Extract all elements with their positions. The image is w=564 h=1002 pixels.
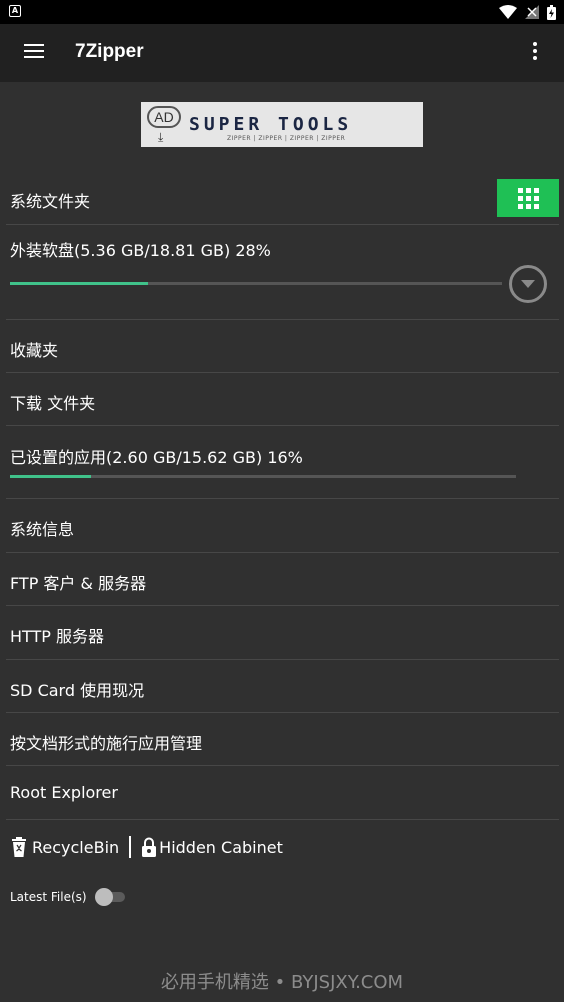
downloads-label: 下载 文件夹: [10, 394, 96, 413]
row-app-manager[interactable]: 按文档形式的施行应用管理: [6, 713, 559, 766]
wifi-icon: [499, 5, 517, 19]
external-storage-bar-fill: [10, 282, 148, 285]
app-manager-label: 按文档形式的施行应用管理: [10, 734, 203, 753]
row-favorites[interactable]: 收藏夹: [6, 320, 559, 373]
hidden-cabinet-link[interactable]: Hidden Cabinet: [159, 838, 283, 857]
installed-apps-label: 已设置的应用(2.60 GB/15.62 GB) 16%: [10, 448, 303, 467]
status-bar: A: [0, 0, 564, 24]
root-explorer-label: Root Explorer: [10, 783, 118, 802]
chevron-down-icon: [521, 280, 535, 288]
favorites-label: 收藏夹: [10, 341, 59, 360]
ad-banner[interactable]: AD ⤓ SUPER TOOLS ZIPPER | ZIPPER | ZIPPE…: [141, 102, 423, 147]
row-root-explorer[interactable]: Root Explorer: [6, 766, 559, 820]
expand-button[interactable]: [509, 265, 547, 303]
row-http[interactable]: HTTP 服务器: [6, 606, 559, 660]
http-label: HTTP 服务器: [10, 627, 105, 646]
ftp-label: FTP 客户 & 服务器: [10, 574, 147, 593]
installed-apps-bar-fill: [10, 475, 91, 478]
ad-badge: AD: [147, 106, 181, 128]
external-storage-bar: [10, 282, 502, 285]
ad-title: SUPER TOOLS: [189, 114, 353, 135]
notification-a-icon: A: [9, 5, 21, 17]
system-info-label: 系统信息: [10, 520, 75, 539]
signal-icon: [525, 5, 539, 19]
download-arrow-icon: ⤓: [158, 130, 164, 144]
recycle-bin-link[interactable]: RecycleBin: [32, 838, 119, 857]
row-sd-card[interactable]: SD Card 使用现况: [6, 660, 559, 713]
ad-subtitle: ZIPPER | ZIPPER | ZIPPER | ZIPPER: [227, 135, 346, 142]
grid-view-button[interactable]: [497, 179, 559, 217]
bottom-links: RecycleBin Hidden Cabinet: [10, 834, 283, 860]
app-bar: 7Zipper: [0, 24, 564, 82]
system-folder-label: 系统文件夹: [10, 192, 91, 211]
lock-icon: [142, 837, 157, 857]
installed-apps-bar: [10, 475, 516, 478]
row-system-info[interactable]: 系统信息: [6, 499, 559, 553]
status-icons: [499, 4, 556, 20]
sd-card-label: SD Card 使用现况: [10, 681, 145, 700]
row-downloads[interactable]: 下载 文件夹: [6, 373, 559, 426]
external-storage-label: 外装软盘(5.36 GB/18.81 GB) 28%: [10, 241, 271, 260]
row-external-storage[interactable]: 外装软盘(5.36 GB/18.81 GB) 28%: [6, 225, 559, 320]
toggle-thumb: [94, 888, 113, 906]
app-title: 7Zipper: [75, 41, 144, 62]
battery-icon: [547, 4, 556, 20]
latest-files-row: Latest File(s): [10, 888, 127, 906]
latest-files-label: Latest File(s): [10, 890, 87, 904]
row-ftp[interactable]: FTP 客户 & 服务器: [6, 553, 559, 606]
row-system-folder[interactable]: 系统文件夹: [6, 178, 559, 225]
more-vert-icon[interactable]: [532, 42, 538, 62]
hamburger-icon[interactable]: [24, 44, 44, 60]
recycle-bin-icon: [12, 837, 26, 857]
watermark: 必用手机精选 • BYJSJXY.COM: [160, 972, 404, 993]
grid-icon: [517, 187, 539, 209]
row-installed-apps[interactable]: 已设置的应用(2.60 GB/15.62 GB) 16%: [6, 426, 559, 499]
link-divider: [129, 836, 132, 858]
latest-files-toggle[interactable]: [94, 888, 127, 906]
